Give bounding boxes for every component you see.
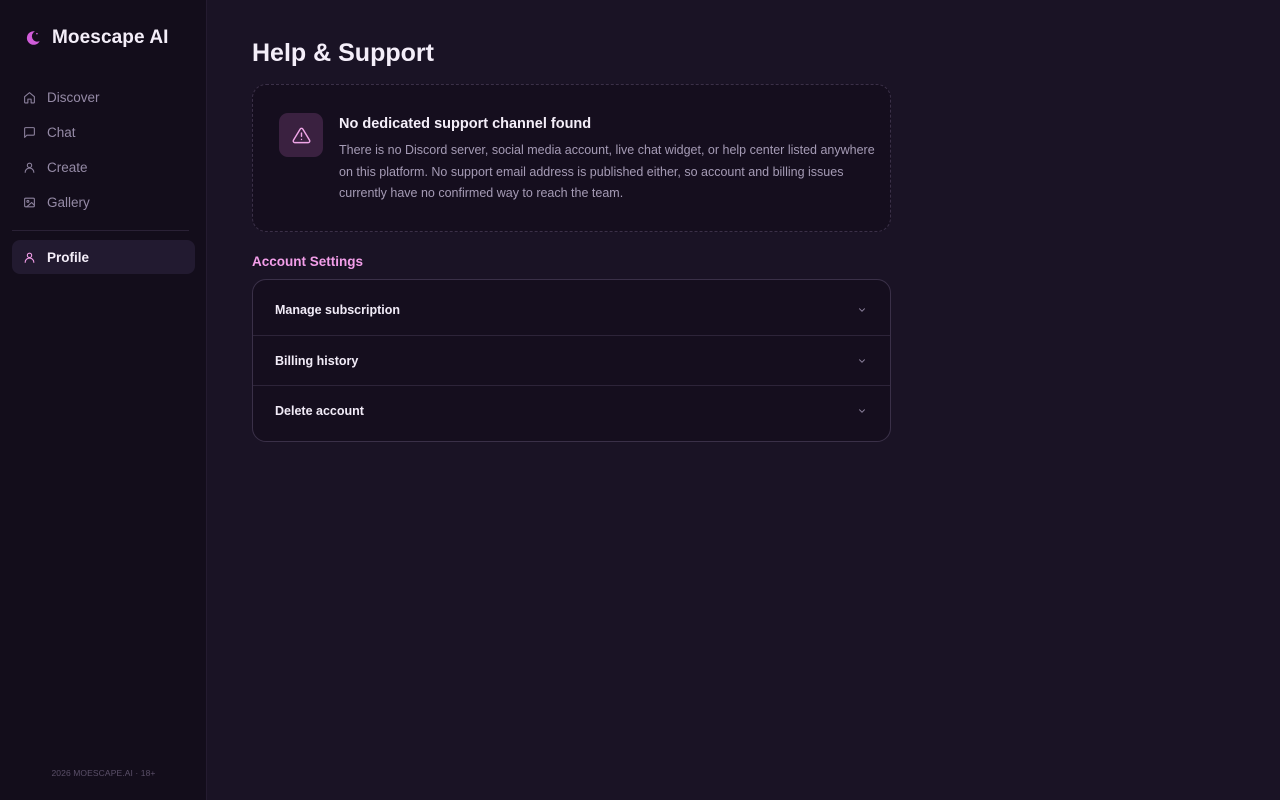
sidebar-item-label: Chat: [47, 124, 76, 140]
sidebar-item-label: Gallery: [47, 194, 90, 210]
delete-account-row[interactable]: Delete account: [253, 386, 890, 436]
row-label: Delete account: [275, 404, 364, 418]
warning-triangle-icon: [292, 127, 310, 143]
row-label: Billing history: [275, 353, 359, 368]
support-alert-card: No dedicated support channel found There…: [252, 84, 891, 232]
page-title: Help & Support: [252, 39, 434, 67]
sidebar-divider: [12, 230, 189, 231]
main-content: Help & Support No dedicated support chan…: [207, 0, 1280, 800]
sidebar-item-discover[interactable]: Discover: [12, 80, 195, 114]
alert-icon-box: [279, 113, 323, 157]
person-icon: [24, 162, 35, 173]
person-icon: [24, 252, 35, 263]
row-label: Manage subscription: [275, 302, 401, 317]
image-icon: [24, 197, 35, 207]
sidebar-item-label: Profile: [47, 249, 90, 265]
chevron-down-icon: [859, 409, 865, 413]
manage-subscription-row[interactable]: Manage subscription: [253, 280, 890, 336]
billing-history-row[interactable]: Billing history: [253, 336, 890, 386]
alert-title: No dedicated support channel found: [339, 116, 592, 132]
sidebar-item-chat[interactable]: Chat: [12, 115, 195, 149]
account-settings-card: Manage subscription Billing history Dele…: [252, 279, 891, 442]
sidebar: Moescape AI Discover Chat Create Gallery…: [0, 0, 207, 800]
crescent-moon-icon: [26, 31, 40, 45]
sidebar-item-create[interactable]: Create: [12, 150, 195, 184]
app-root: Moescape AI Discover Chat Create Gallery…: [0, 0, 1280, 800]
account-settings-heading: Account Settings: [252, 254, 364, 269]
sidebar-item-gallery[interactable]: Gallery: [12, 185, 195, 219]
chat-bubble-icon: [24, 126, 35, 138]
sidebar-item-label: Discover: [47, 89, 100, 105]
sidebar-item-label: Create: [47, 159, 88, 175]
chevron-down-icon: [859, 307, 865, 312]
alert-body: There is no Discord server, social media…: [339, 143, 875, 200]
sidebar-footer: 2026 MOESCAPE.AI · 18+: [51, 768, 156, 778]
sidebar-item-profile[interactable]: Profile: [12, 240, 195, 274]
chevron-down-icon: [859, 358, 865, 363]
brand-name: Moescape AI: [52, 27, 169, 48]
home-icon: [24, 91, 35, 103]
sidebar-nav: Discover Chat Create Gallery Profile: [12, 80, 195, 275]
brand[interactable]: Moescape AI: [24, 27, 169, 49]
